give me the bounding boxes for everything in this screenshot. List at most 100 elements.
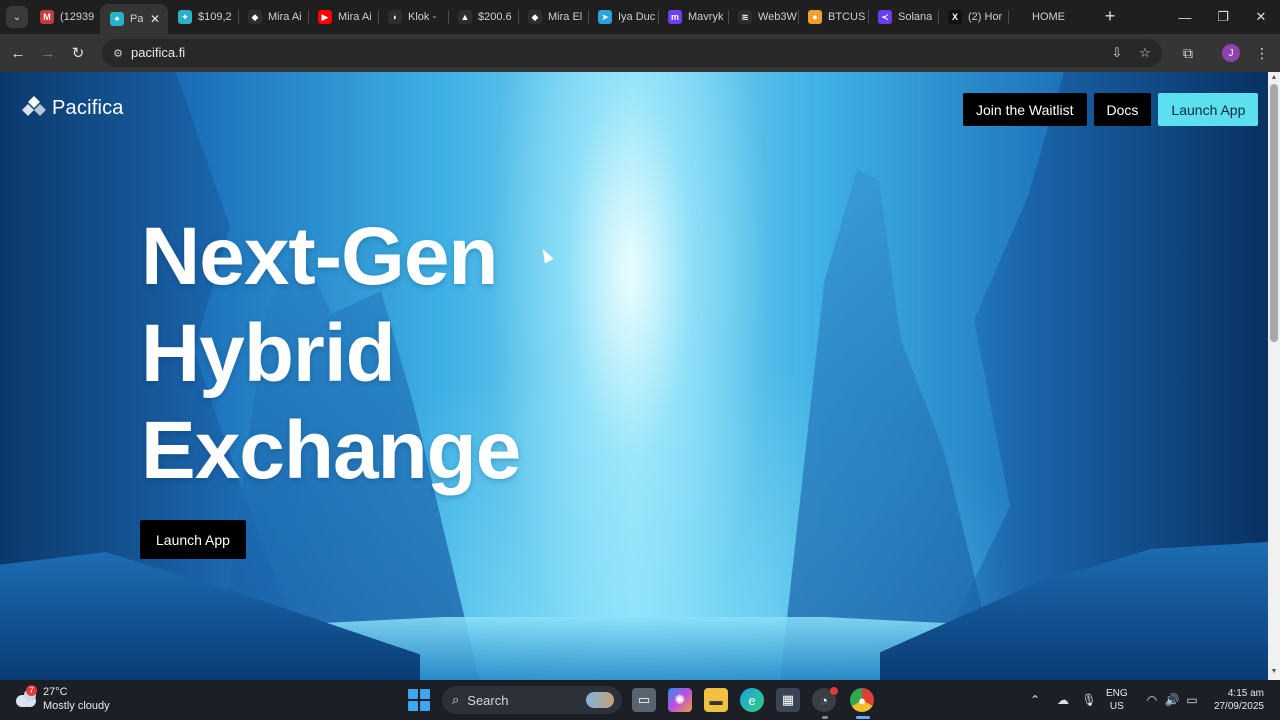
browser-tab[interactable]: HOME bbox=[1008, 0, 1078, 34]
new-tab-icon[interactable]: + bbox=[1100, 6, 1120, 26]
region-code: US bbox=[1109, 701, 1124, 712]
browser-tab[interactable]: ➤ Iya Duc bbox=[588, 0, 658, 34]
browser-tab[interactable]: m Mavryk bbox=[658, 0, 728, 34]
forward-icon[interactable]: → bbox=[36, 41, 60, 65]
onedrive-cloud-icon[interactable]: ☁ bbox=[1053, 690, 1073, 710]
browser-tab[interactable]: ◆ Mira El bbox=[518, 0, 588, 34]
browser-tab[interactable]: ▶ Mira Ai bbox=[308, 0, 378, 34]
browser-tab[interactable]: ✦ $109,2 bbox=[168, 0, 238, 34]
tab-search-chevron-icon[interactable]: ⌄ bbox=[6, 6, 28, 28]
scroll-up-icon[interactable]: ▲ bbox=[1270, 74, 1278, 82]
tab-label: Mavryk bbox=[688, 11, 724, 23]
back-icon[interactable]: ← bbox=[6, 41, 30, 65]
browser-tab[interactable]: ● BTCUS bbox=[798, 0, 868, 34]
clock-date: 27/09/2025 bbox=[1213, 701, 1264, 712]
language-code: ENG bbox=[1106, 688, 1128, 699]
close-window-icon[interactable]: ✕ bbox=[1242, 0, 1280, 34]
install-app-icon[interactable]: ⇩ bbox=[1108, 44, 1126, 62]
page-scrollbar[interactable]: ▲ ▼ bbox=[1268, 72, 1280, 680]
profile-avatar[interactable]: J bbox=[1222, 44, 1240, 62]
tab-label: Web3W bbox=[758, 11, 797, 23]
pacifica-logo-icon bbox=[22, 96, 46, 116]
x-icon: X bbox=[948, 10, 962, 24]
mavryk-icon: m bbox=[668, 10, 682, 24]
tab-label: HOME bbox=[1032, 11, 1065, 23]
scroll-down-icon[interactable]: ▼ bbox=[1270, 668, 1278, 676]
taskbar-search[interactable]: ⌕ Search bbox=[442, 686, 622, 714]
solana-icon: ≺ bbox=[878, 10, 892, 24]
delta-icon: ▲ bbox=[458, 10, 472, 24]
microphone-icon[interactable]: 🎙 bbox=[1079, 690, 1099, 710]
weather-widget[interactable]: 7 27°C Mostly cloudy bbox=[14, 685, 110, 713]
file-explorer-icon[interactable]: ▬ bbox=[704, 688, 728, 712]
browser-tab[interactable]: ≋ Web3W bbox=[728, 0, 798, 34]
tab-label: Mira Ai bbox=[268, 11, 302, 23]
tab-list: M (12939 ✦ Pa ✕ ✦ $109,2 ◆ Mira Ai ▶ Mira Ai ◗ Klok … bbox=[30, 0, 1078, 34]
volume-icon[interactable]: 🔊 bbox=[1162, 690, 1182, 710]
minimize-icon[interactable]: — bbox=[1166, 0, 1204, 34]
docs-button[interactable]: Docs bbox=[1093, 93, 1152, 126]
wifi-icon[interactable]: ◠ bbox=[1142, 690, 1162, 710]
tab-label: Pa bbox=[130, 13, 144, 25]
restore-icon[interactable]: ❐ bbox=[1204, 0, 1242, 34]
windows-start-icon[interactable] bbox=[408, 689, 430, 711]
join-waitlist-button[interactable]: Join the Waitlist bbox=[963, 93, 1087, 126]
tab-label: Mira El bbox=[548, 11, 583, 23]
launch-app-hero-button[interactable]: Launch App bbox=[140, 520, 246, 559]
close-tab-icon[interactable]: ✕ bbox=[150, 12, 160, 26]
address-bar[interactable]: ⚙ pacifica.fi ⇩ ☆ bbox=[102, 39, 1162, 67]
chrome-browser-icon[interactable]: ● bbox=[850, 688, 874, 712]
weather-temperature: 27°C bbox=[43, 686, 68, 698]
active-app-indicator bbox=[856, 716, 870, 719]
browser-tab[interactable]: ✦ Pa ✕ bbox=[100, 4, 168, 34]
more-menu-icon[interactable]: ⋮ bbox=[1250, 41, 1274, 65]
hero-line-1: Next-Gen bbox=[141, 211, 499, 302]
browser-tab[interactable]: ◆ Mira Ai bbox=[238, 0, 308, 34]
browser-toolbar: ← → ↻ ⚙ pacifica.fi ⇩ ☆ ⧉ J ⋮ bbox=[0, 34, 1280, 72]
scroll-thumb[interactable] bbox=[1270, 84, 1278, 342]
tab-label: (2) Hor bbox=[968, 11, 1003, 23]
bookmark-star-icon[interactable]: ☆ bbox=[1136, 44, 1154, 62]
app-notification-badge bbox=[830, 687, 838, 695]
mira-icon: ◆ bbox=[248, 10, 262, 24]
show-hidden-icons-chevron-icon[interactable]: ⌃ bbox=[1025, 690, 1045, 710]
search-label: Search bbox=[467, 692, 509, 708]
language-indicator[interactable]: ENG US bbox=[1106, 687, 1128, 713]
search-icon: ⌕ bbox=[452, 692, 460, 707]
btc-icon: ● bbox=[808, 10, 822, 24]
extensions-icon[interactable]: ⧉ bbox=[1176, 41, 1200, 65]
browser-tab[interactable]: ◗ Klok - bbox=[378, 0, 448, 34]
pacifica-icon: ✦ bbox=[178, 10, 192, 24]
battery-icon[interactable]: ▭ bbox=[1182, 690, 1202, 710]
brand-logo[interactable]: Pacifica bbox=[20, 94, 124, 122]
edge-browser-icon[interactable]: e bbox=[740, 688, 764, 712]
web3-icon: ≋ bbox=[738, 10, 752, 24]
reload-icon[interactable]: ↻ bbox=[66, 41, 90, 65]
browser-tab[interactable]: M (12939 bbox=[30, 0, 100, 34]
hero-heading: Next-Gen Hybrid Exchange bbox=[141, 208, 521, 499]
copilot-icon[interactable]: ✺ bbox=[668, 688, 692, 712]
tab-label: $200.6 bbox=[478, 11, 512, 23]
microsoft-store-icon[interactable]: ▦ bbox=[776, 688, 800, 712]
running-indicator bbox=[822, 716, 828, 719]
browser-tab[interactable]: ≺ Solana bbox=[868, 0, 938, 34]
task-view-icon[interactable]: ▭ bbox=[632, 688, 656, 712]
url-text[interactable]: pacifica.fi bbox=[131, 45, 185, 60]
mouse-cursor-icon bbox=[538, 246, 554, 264]
weather-alert-badge: 7 bbox=[26, 685, 37, 696]
telegram-icon: ➤ bbox=[598, 10, 612, 24]
tab-label: Iya Duc bbox=[618, 11, 656, 23]
youtube-icon: ▶ bbox=[318, 10, 332, 24]
system-clock[interactable]: 4:15 am 27/09/2025 bbox=[1206, 687, 1264, 713]
browser-tab[interactable]: X (2) Hor bbox=[938, 0, 1008, 34]
tab-label: Mira Ai bbox=[338, 11, 372, 23]
weather-description: Mostly cloudy bbox=[43, 700, 110, 712]
gmail-icon: M bbox=[40, 10, 54, 24]
cloudy-weather-icon: 7 bbox=[14, 685, 38, 711]
top-nav: Join the Waitlist Docs Launch App bbox=[956, 93, 1259, 126]
mira-icon: ◆ bbox=[528, 10, 542, 24]
browser-tab[interactable]: ▲ $200.6 bbox=[448, 0, 518, 34]
site-info-icon[interactable]: ⚙ bbox=[110, 45, 126, 61]
brand-name: Pacifica bbox=[52, 96, 124, 119]
launch-app-nav-button[interactable]: Launch App bbox=[1158, 93, 1259, 126]
